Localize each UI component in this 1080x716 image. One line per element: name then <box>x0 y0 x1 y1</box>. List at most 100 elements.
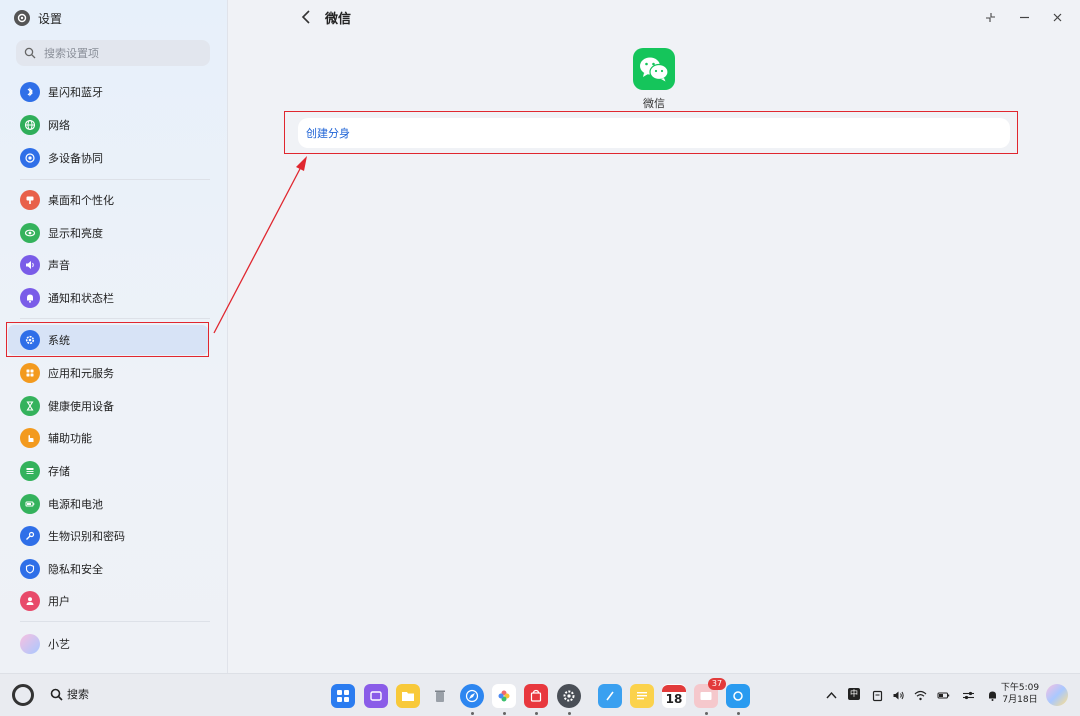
sidebar-item-bluetooth[interactable]: 星闪和蓝牙 <box>8 77 208 107</box>
taskbar-search-button[interactable]: 搜索 <box>50 686 89 702</box>
dock-app-files[interactable] <box>396 684 420 708</box>
close-button[interactable] <box>1049 9 1065 25</box>
storage-icon <box>20 461 40 481</box>
back-button[interactable] <box>298 8 314 26</box>
tray-notification-button[interactable] <box>985 688 999 702</box>
calendar-day: 18 <box>665 692 683 706</box>
sidebar-item-accessibility[interactable]: 辅助功能 <box>8 423 208 453</box>
dock-app-notes[interactable] <box>630 684 654 708</box>
sidebar-item-storage[interactable]: 存储 <box>8 456 208 486</box>
taskbar: 搜索 18 37 中 下午5:09 7月18日 <box>0 673 1080 716</box>
dock-app-settings[interactable] <box>557 684 581 708</box>
tray-wifi-button[interactable] <box>913 688 927 702</box>
create-clone-label: 创建分身 <box>306 127 350 140</box>
sidebar-item-display[interactable]: 显示和亮度 <box>8 218 208 248</box>
bell-icon <box>20 288 40 308</box>
browser-icon <box>465 689 479 703</box>
app-title-row: 设置 <box>14 8 62 28</box>
settings-app-icon <box>14 10 30 26</box>
sidebar-item-label: 应用和元服务 <box>48 367 114 380</box>
sidebar-item-label: 隐私和安全 <box>48 563 103 576</box>
create-clone-button[interactable]: 创建分身 <box>298 118 1010 148</box>
sidebar-item-label: 桌面和个性化 <box>48 194 114 207</box>
dock-app-cloud[interactable] <box>726 684 750 708</box>
sidebar-item-privacy[interactable]: 隐私和安全 <box>8 554 208 584</box>
wechat-app-icon <box>633 48 675 90</box>
tray-volume-button[interactable] <box>891 688 905 702</box>
shopping-bag-icon <box>530 689 542 702</box>
page-title: 微信 <box>325 12 352 27</box>
sidebar-item-multi-device[interactable]: 多设备协同 <box>8 143 208 173</box>
sidebar-item-system[interactable]: 系统 <box>8 325 208 355</box>
sidebar-item-label: 电源和电池 <box>48 498 103 511</box>
sidebar-item-notifications[interactable]: 通知和状态栏 <box>8 283 208 313</box>
chevron-up-icon <box>825 691 837 698</box>
apps-icon <box>20 363 40 383</box>
sidebar: 设置 星闪和蓝牙 网络 多设备协同 桌面和个性化 显示和亮度 <box>0 0 228 673</box>
sidebar-item-digital-health[interactable]: 健康使用设备 <box>8 391 208 421</box>
sidebar-item-apps[interactable]: 应用和元服务 <box>8 358 208 388</box>
chevron-left-icon <box>301 10 310 24</box>
hourglass-icon <box>20 396 40 416</box>
sidebar-item-biometrics[interactable]: 生物识别和密码 <box>8 521 208 551</box>
sidebar-item-users[interactable]: 用户 <box>8 586 208 616</box>
tray-expand-button[interactable] <box>824 688 838 702</box>
sidebar-item-label: 网络 <box>48 119 70 132</box>
tray-clipboard-button[interactable] <box>870 688 884 702</box>
minimize-button[interactable] <box>1016 9 1032 25</box>
sidebar-item-sound[interactable]: 声音 <box>8 250 208 280</box>
dock-app-calendar[interactable]: 18 <box>662 684 686 708</box>
search-icon <box>50 688 63 701</box>
dock-app-browser[interactable] <box>460 684 484 708</box>
clipboard-icon <box>872 690 882 701</box>
system-clock[interactable]: 下午5:09 7月18日 <box>1000 682 1040 706</box>
tray-control-center-button[interactable] <box>961 688 975 702</box>
globe-icon <box>20 115 40 135</box>
restore-window-button[interactable] <box>982 9 998 25</box>
dock-app-appgallery[interactable] <box>524 684 548 708</box>
sidebar-item-label: 辅助功能 <box>48 432 92 445</box>
trash-icon <box>435 690 445 702</box>
shield-icon <box>20 559 40 579</box>
dock-app-trash[interactable] <box>428 684 452 708</box>
minimize-icon <box>1019 16 1029 18</box>
devices-icon <box>20 148 40 168</box>
restore-icon <box>985 12 995 22</box>
hand-icon <box>20 428 40 448</box>
sidebar-item-battery[interactable]: 电源和电池 <box>8 489 208 519</box>
app-name: 微信 <box>643 97 665 110</box>
sidebar-item-label: 星闪和蓝牙 <box>48 86 103 99</box>
sidebar-item-label: 用户 <box>48 595 70 608</box>
tray-battery-button[interactable] <box>936 688 950 702</box>
sidebar-item-label: 显示和亮度 <box>48 227 103 240</box>
sidebar-item-network[interactable]: 网络 <box>8 110 208 140</box>
sidebar-item-label: 通知和状态栏 <box>48 292 114 305</box>
sidebar-item-label: 声音 <box>48 259 70 272</box>
pen-icon <box>606 691 614 701</box>
sidebar-item-xiaoyi[interactable]: 小艺 <box>8 629 208 659</box>
eye-icon <box>20 223 40 243</box>
sidebar-item-label: 健康使用设备 <box>48 400 114 413</box>
dock-app-notes-pen[interactable] <box>598 684 622 708</box>
battery-icon <box>937 692 949 698</box>
search-input[interactable] <box>42 45 206 61</box>
start-button[interactable] <box>12 684 34 706</box>
ime-indicator[interactable]: 中 <box>848 688 860 700</box>
gear-icon <box>20 330 40 350</box>
bell-icon <box>988 691 996 701</box>
sliders-icon <box>962 691 974 699</box>
search-box[interactable] <box>16 40 210 66</box>
sidebar-divider <box>20 318 210 319</box>
dock-app-launcher[interactable] <box>331 684 355 708</box>
sidebar-divider <box>20 179 210 180</box>
bluetooth-icon <box>20 82 40 102</box>
sidebar-item-desktop[interactable]: 桌面和个性化 <box>8 185 208 215</box>
notes-icon <box>637 692 647 700</box>
dock-app-gallery[interactable] <box>492 684 516 708</box>
sidebar-item-label: 小艺 <box>48 638 70 651</box>
user-icon <box>20 591 40 611</box>
assistant-orb-icon[interactable] <box>1046 684 1068 706</box>
dock-app-mail[interactable]: 37 <box>694 678 726 708</box>
clock-date: 7月18日 <box>1002 695 1038 705</box>
dock-app-multitask[interactable] <box>364 684 388 708</box>
